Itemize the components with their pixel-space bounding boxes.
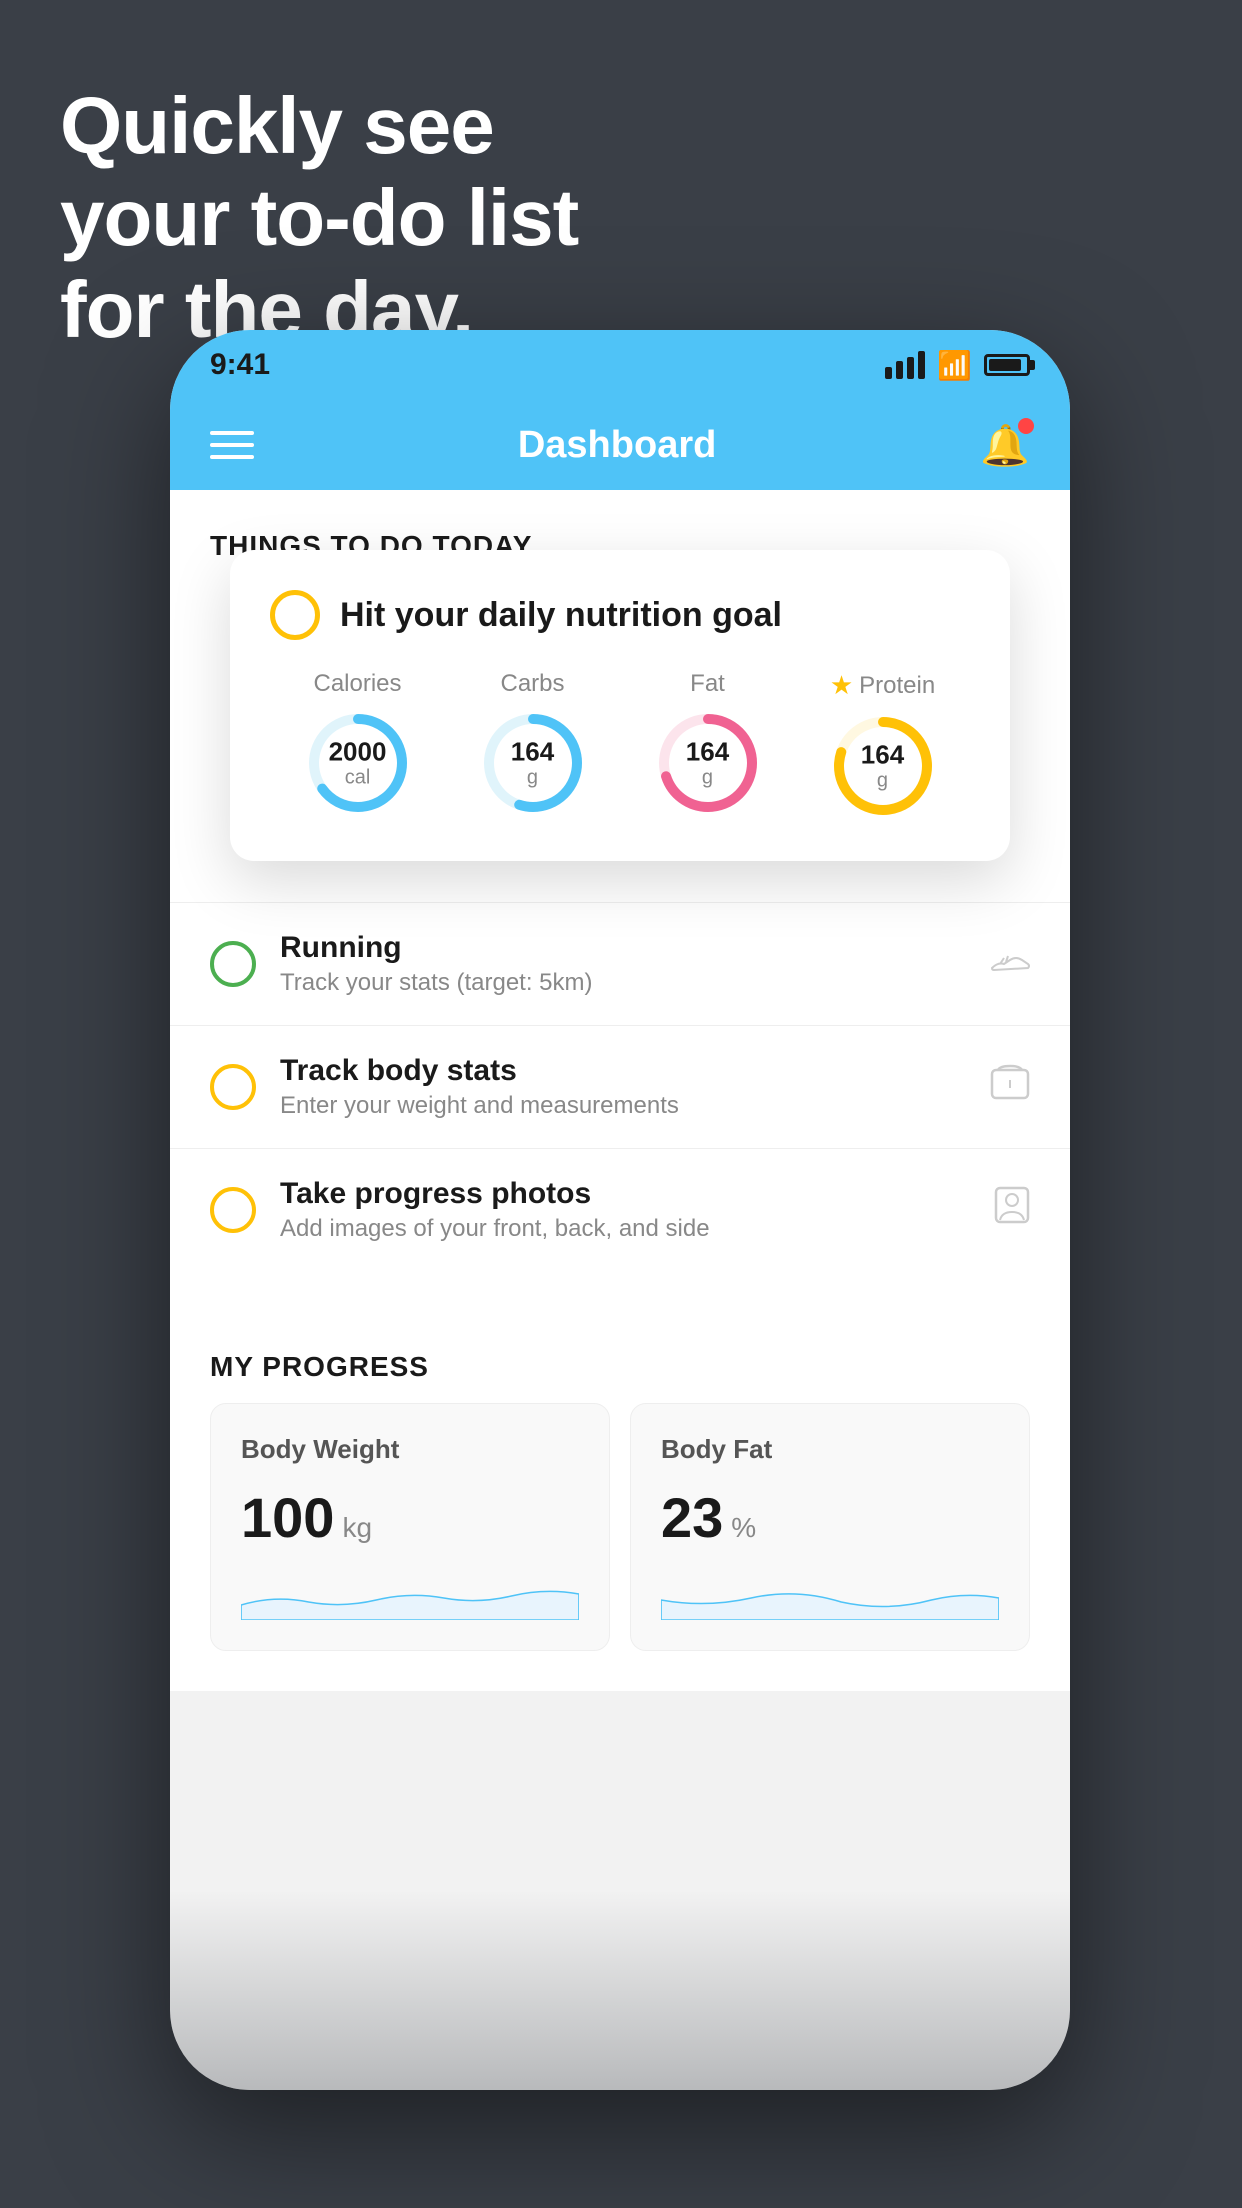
app-header: Dashboard 🔔	[170, 400, 1070, 490]
status-time: 9:41	[210, 348, 270, 382]
protein-stat: ★ Protein 164 g	[828, 670, 938, 821]
hamburger-line-3	[210, 455, 254, 459]
scale-icon	[990, 1064, 1030, 1110]
hamburger-menu[interactable]	[210, 431, 254, 459]
notification-bell-icon[interactable]: 🔔	[980, 422, 1030, 469]
todo-text-running: Running Track your stats (target: 5km)	[280, 931, 966, 997]
main-content: THINGS TO DO TODAY Hit your daily nutrit…	[170, 490, 1070, 1691]
calories-chart: 2000 cal	[303, 708, 413, 818]
signal-bar-3	[907, 357, 914, 379]
status-bar: 9:41 📶	[170, 330, 1070, 400]
signal-bar-4	[918, 351, 925, 379]
star-icon: ★	[830, 670, 853, 701]
carbs-label: Carbs	[500, 670, 564, 698]
signal-bar-2	[896, 361, 903, 379]
body-weight-unit: kg	[342, 1512, 372, 1544]
body-weight-card[interactable]: Body Weight 100 kg	[210, 1403, 610, 1651]
body-fat-unit: %	[731, 1512, 756, 1544]
bottom-overlay	[170, 1890, 1070, 2090]
todo-text-body-stats: Track body stats Enter your weight and m…	[280, 1054, 966, 1120]
body-weight-title: Body Weight	[241, 1434, 579, 1465]
signal-bar-1	[885, 367, 892, 379]
fat-chart: 164 g	[653, 708, 763, 818]
body-fat-title: Body Fat	[661, 1434, 999, 1465]
card-title-row: Hit your daily nutrition goal	[270, 590, 970, 640]
card-status-circle	[270, 590, 320, 640]
person-icon	[994, 1186, 1030, 1234]
body-fat-value: 23 %	[661, 1485, 999, 1550]
todo-item-body-stats[interactable]: Track body stats Enter your weight and m…	[170, 1025, 1070, 1148]
todo-text-photos: Take progress photos Add images of your …	[280, 1177, 970, 1243]
fat-label: Fat	[690, 670, 725, 698]
hamburger-line-1	[210, 431, 254, 435]
progress-title: MY PROGRESS	[210, 1311, 1030, 1403]
nutrition-card[interactable]: Hit your daily nutrition goal Calories 2…	[230, 550, 1010, 861]
progress-section: MY PROGRESS Body Weight 100 kg	[170, 1311, 1070, 1691]
todo-item-running[interactable]: Running Track your stats (target: 5km)	[170, 902, 1070, 1025]
shoe-icon	[990, 943, 1030, 986]
headline-line2: your to-do list	[60, 172, 578, 264]
battery-fill	[989, 359, 1021, 371]
status-icons: 📶	[885, 349, 1030, 382]
headline-line1: Quickly see	[60, 80, 578, 172]
todo-circle-running	[210, 941, 256, 987]
todo-item-photos[interactable]: Take progress photos Add images of your …	[170, 1148, 1070, 1271]
body-fat-number: 23	[661, 1485, 723, 1550]
signal-icon	[885, 351, 925, 379]
body-weight-wave	[241, 1570, 579, 1620]
headline: Quickly see your to-do list for the day.	[60, 80, 578, 356]
todo-title-body-stats: Track body stats	[280, 1054, 966, 1088]
header-title: Dashboard	[518, 424, 716, 467]
protein-chart: 164 g	[828, 711, 938, 821]
todo-subtitle-body-stats: Enter your weight and measurements	[280, 1092, 966, 1120]
todo-title-running: Running	[280, 931, 966, 965]
hamburger-line-2	[210, 443, 254, 447]
body-weight-value: 100 kg	[241, 1485, 579, 1550]
carbs-stat: Carbs 164 g	[478, 670, 588, 818]
body-fat-card[interactable]: Body Fat 23 %	[630, 1403, 1030, 1651]
calories-stat: Calories 2000 cal	[303, 670, 413, 818]
carbs-chart: 164 g	[478, 708, 588, 818]
todo-subtitle-photos: Add images of your front, back, and side	[280, 1215, 970, 1243]
fat-stat: Fat 164 g	[653, 670, 763, 818]
todo-subtitle-running: Track your stats (target: 5km)	[280, 969, 966, 997]
notification-dot	[1018, 418, 1034, 434]
calories-label: Calories	[313, 670, 401, 698]
todo-title-photos: Take progress photos	[280, 1177, 970, 1211]
protein-value: 164 g	[861, 741, 904, 792]
card-title: Hit your daily nutrition goal	[340, 596, 782, 635]
progress-cards: Body Weight 100 kg Body Fat 23	[210, 1403, 1030, 1651]
body-fat-wave	[661, 1570, 999, 1620]
nutrition-stats: Calories 2000 cal Carbs	[270, 670, 970, 821]
wifi-icon: 📶	[937, 349, 972, 382]
fat-value: 164 g	[686, 738, 729, 789]
phone-frame: 9:41 📶 Dashboard 🔔 TH	[170, 330, 1070, 2090]
body-weight-number: 100	[241, 1485, 334, 1550]
todo-circle-body-stats	[210, 1064, 256, 1110]
battery-icon	[984, 354, 1030, 376]
calories-value: 2000 cal	[329, 738, 387, 789]
carbs-value: 164 g	[511, 738, 554, 789]
protein-label: ★ Protein	[830, 670, 935, 701]
todo-circle-photos	[210, 1187, 256, 1233]
